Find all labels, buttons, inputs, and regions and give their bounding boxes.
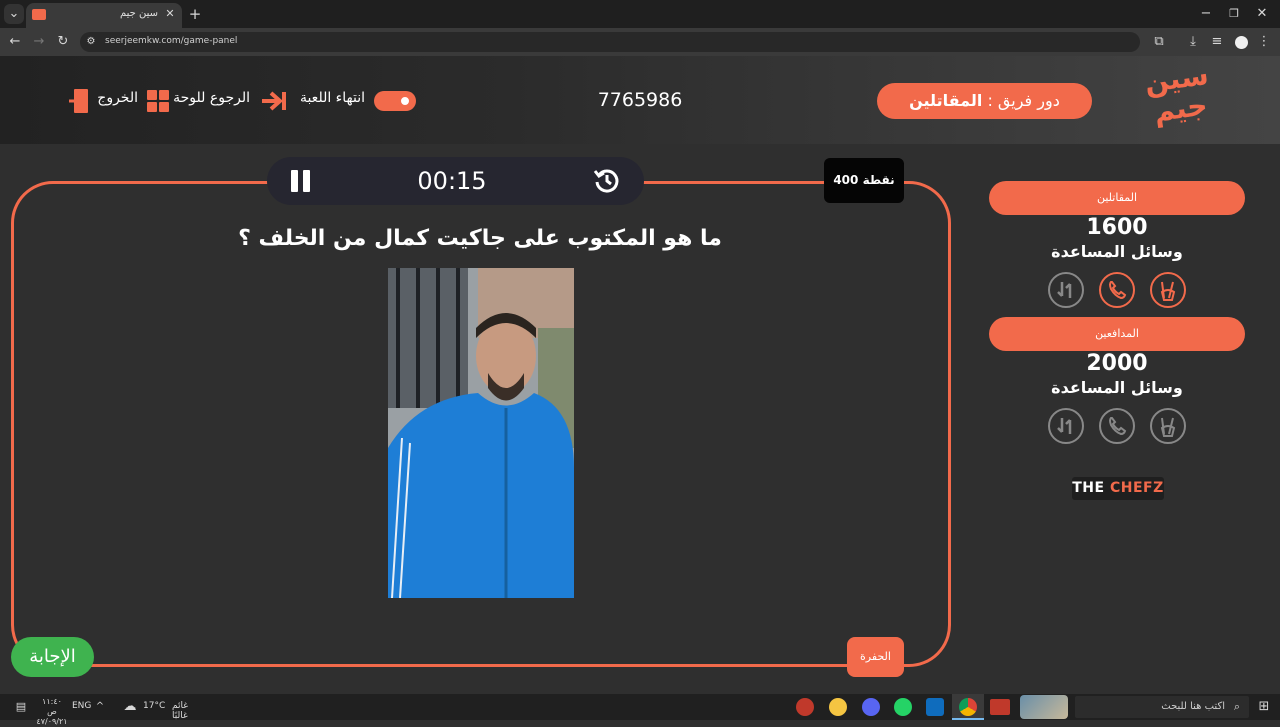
browser-menu-icon[interactable]: ⋮ [1256, 32, 1272, 52]
tab-title: سين جيم [119, 8, 158, 19]
team-1-name: المقاتلين [989, 181, 1245, 215]
end-game-toggle[interactable] [374, 91, 416, 111]
taskbar-app-icon[interactable] [796, 698, 814, 716]
team-2-two-answers-aid-icon[interactable] [1150, 408, 1186, 444]
new-tab-icon[interactable]: + [186, 4, 204, 24]
reset-timer-icon[interactable] [593, 167, 621, 195]
reading-list-icon[interactable]: ≡ [1208, 32, 1226, 52]
taskbar-search-box[interactable]: اكتب هنا للبحث ⌕ [1075, 696, 1249, 718]
clock-date: ٤٧/٠٩/٢١ [36, 717, 68, 726]
the-chefz-sponsor-logo: THE CHEFZ [1072, 477, 1164, 500]
question-image [388, 268, 574, 598]
search-icon: ⌕ [1233, 700, 1241, 713]
window-close-icon[interactable]: ✕ [1252, 4, 1272, 24]
reload-icon[interactable]: ↻ [54, 32, 72, 52]
sponsor-name: CHEFZ [1109, 480, 1164, 496]
notifications-icon[interactable]: ▤ [12, 697, 30, 717]
tab-search-icon[interactable]: ⌄ [4, 4, 24, 24]
back-arrow-icon[interactable] [258, 89, 288, 113]
team-1-call-aid-icon[interactable] [1099, 272, 1135, 308]
team-2-aids-label: وسائل المساعدة [1051, 378, 1183, 397]
clock[interactable]: ١١:٤٠ ص ٤٧/٠٩/٢١ [36, 697, 68, 727]
exit-door-icon[interactable] [68, 88, 92, 114]
question-points-badge: 400 نقطة [824, 158, 904, 203]
download-icon[interactable]: ⤓ [1184, 32, 1202, 52]
exit-label[interactable]: الخروج [94, 90, 138, 106]
whatsapp-icon[interactable] [894, 698, 912, 716]
turn-team-name: المقاتلين [909, 91, 983, 110]
site-info-icon[interactable]: ⚙ [84, 32, 98, 52]
turn-indicator: دور فريق : المقاتلين [877, 83, 1092, 119]
team-1-two-answers-aid-icon[interactable] [1150, 272, 1186, 308]
timer-bar: 00:15 [267, 157, 644, 205]
answer-button[interactable]: الإجابة [11, 637, 94, 677]
url-text: seerjeemkw.com/game-panel [105, 36, 238, 46]
team-2-score: 2000 [1086, 351, 1148, 376]
taskbar-app-icon[interactable] [829, 698, 847, 716]
back-to-board-label[interactable]: الرجوع للوحة [170, 90, 250, 106]
toggle-knob-icon [397, 93, 413, 109]
app-header: سين جيم دور فريق : المقاتلين 7765986 انت… [0, 56, 1280, 144]
team-2-call-aid-icon[interactable] [1099, 408, 1135, 444]
chrome-taskbar-button[interactable] [952, 694, 984, 720]
timer-display: 00:15 [417, 167, 487, 195]
team-1-score: 1600 [1086, 215, 1148, 240]
logo-line-2: جيم [1151, 88, 1210, 129]
hole-button[interactable]: الحفرة [847, 637, 904, 677]
game-code: 7765986 [597, 89, 683, 111]
team-1-aids-label: وسائل المساعدة [1051, 242, 1183, 261]
discord-icon[interactable] [862, 698, 880, 716]
windows-start-icon[interactable]: ⊞ [1252, 697, 1276, 717]
pause-icon[interactable] [290, 169, 312, 193]
profile-avatar[interactable] [1235, 36, 1248, 49]
minimize-icon[interactable]: − [1196, 4, 1216, 24]
browser-tab[interactable]: سين جيم ✕ [26, 3, 182, 28]
turn-label: دور فريق : [987, 91, 1060, 110]
weather-cloud-icon: ☁ [123, 699, 137, 714]
taskbar-app-icon[interactable] [990, 699, 1010, 715]
address-bar[interactable]: ⚙ seerjeemkw.com/game-panel [80, 32, 1140, 52]
back-icon[interactable]: ← [6, 32, 24, 52]
search-highlight-image [1020, 695, 1068, 719]
team-1-swap-aid-icon[interactable] [1048, 272, 1084, 308]
board-grid-icon[interactable] [146, 89, 170, 113]
end-game-label[interactable]: انتهاء اللعبة [290, 90, 365, 106]
mail-icon[interactable] [926, 698, 944, 716]
question-text: ما هو المكتوب على جاكيت كمال من الخلف ؟ [238, 226, 722, 251]
browser-tab-strip: ⌄ سين جيم ✕ + − ❐ ✕ [0, 0, 1280, 28]
favicon-icon [32, 9, 46, 20]
tab-close-icon[interactable]: ✕ [162, 4, 178, 24]
weather-temp: 17°C [143, 701, 166, 711]
sponsor-prefix: THE [1072, 480, 1105, 496]
language-indicator[interactable]: ENG [72, 701, 91, 711]
clock-time: ١١:٤٠ ص [42, 697, 62, 716]
team-2-name: المدافعين [989, 317, 1245, 351]
weather-text: غائم غالبًا [172, 701, 188, 721]
chrome-icon [959, 698, 977, 716]
taskbar-search-placeholder: اكتب هنا للبحث [1161, 701, 1225, 712]
team-2-swap-aid-icon[interactable] [1048, 408, 1084, 444]
restore-icon[interactable]: ❐ [1224, 4, 1244, 24]
seen-jeem-logo: سين جيم [1141, 58, 1218, 135]
tray-expand-icon[interactable]: ^ [94, 697, 106, 717]
extensions-icon[interactable]: ⧉ [1150, 32, 1168, 52]
forward-icon[interactable]: → [30, 32, 48, 52]
